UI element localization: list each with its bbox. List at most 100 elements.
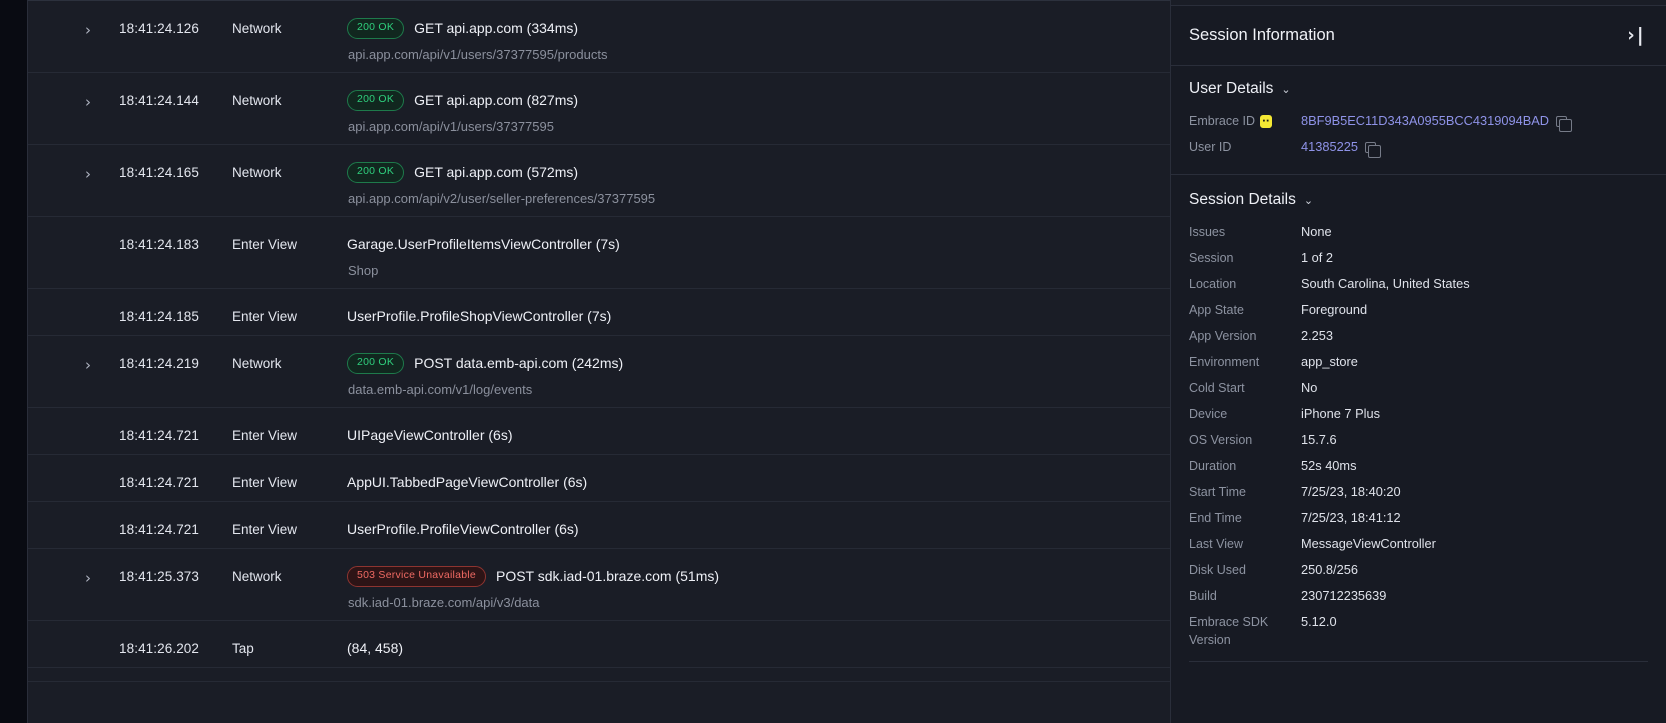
row-detail-main: UIPageViewController (6s) [347, 424, 1158, 446]
detail-value: 1 of 2 [1301, 250, 1334, 265]
detail-row: Disk Used 250.8/256 [1189, 559, 1648, 585]
table-row[interactable]: › 18:41:24.144 Network 200 OK GET api.app.co… [28, 73, 1170, 145]
table-row[interactable]: ›18:41:24.721 Enter View AppUI.TabbedPageV… [28, 455, 1170, 502]
chevron-down-icon[interactable]: ⌄ [1304, 194, 1313, 207]
row-detail-main: UserProfile.ProfileShopViewController (7… [347, 305, 1158, 327]
row-event-type: Enter View [232, 522, 298, 537]
detail-value-text[interactable]: 8BF9B5EC11D343A0955BCC4319094BAD [1301, 112, 1549, 131]
row-detail-title: POST sdk.iad-01.braze.com (51ms) [495, 568, 720, 584]
detail-row: Issues None [1189, 221, 1648, 247]
row-event-type: Enter View [232, 428, 298, 443]
chevron-right-icon[interactable]: › [85, 571, 91, 586]
row-timestamp: 18:41:24.219 [119, 356, 200, 371]
row-detail-subtitle: api.app.com/api/v1/users/37377595/produc… [348, 47, 608, 62]
status-badge: 200 OK [347, 17, 405, 39]
chevron-right-icon[interactable]: › [85, 167, 91, 182]
detail-value: 2.253 [1301, 328, 1334, 343]
row-detail-main: 200 OK GET api.app.com (572ms) [347, 161, 1158, 183]
row-detail-main: 200 OK GET api.app.com (827ms) [347, 89, 1158, 111]
detail-row: Embrace SDK Version 5.12.0 [1189, 611, 1648, 649]
row-expand-cell: › [28, 455, 119, 492]
status-badge: 200 OK [347, 161, 405, 183]
session-details-header[interactable]: Session Details ⌄ [1189, 191, 1648, 209]
detail-value: MessageViewController [1301, 536, 1436, 551]
row-event-type: Enter View [232, 237, 298, 252]
row-detail-title: (84, 458) [347, 640, 404, 656]
row-expand-cell: › [28, 408, 119, 445]
detail-key: App Version [1189, 329, 1257, 343]
detail-value[interactable]: 8BF9B5EC11D343A0955BCC4319094BAD [1301, 110, 1573, 132]
row-detail-cell: AppUI.TabbedPageViewController (6s) [347, 455, 1170, 493]
user-details-header[interactable]: User Details ⌄ [1189, 80, 1648, 98]
table-row[interactable]: ›18:41:24.721 Enter View UIPageViewControl… [28, 408, 1170, 455]
user-details-section: User Details ⌄ Embrace ID ·· 8BF9B5EC11D34… [1171, 66, 1666, 162]
row-detail-main: AppUI.TabbedPageViewController (6s) [347, 471, 1158, 493]
detail-key: Cold Start [1189, 381, 1245, 395]
session-details-section: Session Details ⌄ Issues None Session 1 of … [1171, 174, 1666, 649]
detail-value: 250.8/256 [1301, 562, 1358, 577]
row-detail-cell: 200 OK GET api.app.com (827ms) api.app.com… [347, 73, 1170, 134]
row-expand-cell[interactable]: › [28, 145, 119, 182]
detail-value: 52s 40ms [1301, 458, 1357, 473]
table-row-clipped[interactable] [28, 668, 1170, 682]
row-expand-cell[interactable]: › [28, 73, 119, 110]
detail-key: Device [1189, 407, 1228, 421]
detail-value: 15.7.6 [1301, 432, 1337, 447]
copy-icon[interactable] [1364, 141, 1381, 158]
user-details-heading: User Details [1189, 80, 1274, 97]
row-event-type: Tap [232, 641, 254, 656]
session-timeline-table[interactable]: › 18:41:24.126 Network 200 OK GET api.app.co… [27, 0, 1170, 723]
row-detail-title: POST data.emb-api.com (242ms) [414, 355, 624, 371]
detail-row: Cold Start No [1189, 377, 1648, 403]
timeline-rows: › 18:41:24.126 Network 200 OK GET api.app.co… [28, 1, 1170, 682]
row-detail-cell: Garage.UserProfileItemsViewController (7… [347, 217, 1170, 278]
row-detail-subtitle: api.app.com/api/v1/users/37377595 [348, 119, 554, 134]
row-expand-cell[interactable]: › [28, 336, 119, 373]
row-detail-title: GET api.app.com (827ms) [414, 92, 579, 108]
row-detail-subtitle: sdk.iad-01.braze.com/api/v3/data [348, 595, 540, 610]
detail-key: Duration [1189, 459, 1237, 473]
row-detail-title: GET api.app.com (572ms) [414, 164, 579, 180]
detail-value: app_store [1301, 354, 1358, 369]
table-row[interactable]: ›18:41:24.721 Enter View UserProfile.Profi… [28, 502, 1170, 549]
chevron-right-icon[interactable]: › [85, 358, 91, 373]
status-badge: 200 OK [347, 352, 405, 374]
detail-value: 7/25/23, 18:40:20 [1301, 484, 1401, 499]
chevron-right-icon[interactable]: › [85, 95, 91, 110]
detail-value: 7/25/23, 18:41:12 [1301, 510, 1401, 525]
row-detail-title: UIPageViewController (6s) [347, 427, 513, 443]
table-row[interactable]: › 18:41:24.165 Network 200 OK GET api.app.co… [28, 145, 1170, 217]
row-detail-title: UserProfile.ProfileShopViewController (7… [347, 308, 612, 324]
detail-row: Location South Carolina, United States [1189, 273, 1648, 299]
table-row[interactable]: ›18:41:26.202 Tap (84, 458) [28, 621, 1170, 668]
detail-row: Session 1 of 2 [1189, 247, 1648, 273]
row-detail-cell: 200 OK GET api.app.com (334ms) api.app.com… [347, 1, 1170, 62]
detail-row: User ID 41385225 [1189, 136, 1648, 162]
copy-icon[interactable] [1556, 115, 1573, 132]
table-row[interactable]: › 18:41:25.373 Network 503 Service Unavaila… [28, 549, 1170, 621]
row-detail-main: Garage.UserProfileItemsViewController (7… [347, 233, 1158, 255]
collapse-panel-icon[interactable]: ›| [1625, 26, 1646, 45]
detail-value: No [1301, 380, 1318, 395]
table-row[interactable]: ›18:41:24.185 Enter View UserProfile.Profi… [28, 289, 1170, 336]
row-expand-cell[interactable]: › [28, 549, 119, 586]
row-detail-title: UserProfile.ProfileViewController (6s) [347, 521, 579, 537]
table-row[interactable]: › 18:41:24.219 Network 200 OK POST data.emb-… [28, 336, 1170, 408]
table-row[interactable]: ›18:41:24.183 Enter View Garage.UserProfil… [28, 217, 1170, 289]
session-details-heading: Session Details [1189, 191, 1296, 208]
row-timestamp: 18:41:24.185 [119, 309, 200, 324]
row-detail-cell: UIPageViewController (6s) [347, 408, 1170, 446]
row-detail-title: GET api.app.com (334ms) [414, 20, 579, 36]
row-timestamp: 18:41:24.165 [119, 165, 200, 180]
row-expand-cell[interactable]: › [28, 1, 119, 38]
table-row[interactable]: › 18:41:24.126 Network 200 OK GET api.app.co… [28, 1, 1170, 73]
detail-key: App State [1189, 303, 1244, 317]
chevron-down-icon[interactable]: ⌄ [1281, 83, 1290, 96]
detail-value[interactable]: 41385225 [1301, 136, 1381, 158]
chevron-right-icon[interactable]: › [85, 23, 91, 38]
detail-row: Last View MessageViewController [1189, 533, 1648, 559]
row-expand-cell: › [28, 289, 119, 326]
row-expand-cell: › [28, 621, 119, 658]
detail-value: None [1301, 224, 1332, 239]
detail-value-text[interactable]: 41385225 [1301, 138, 1358, 157]
